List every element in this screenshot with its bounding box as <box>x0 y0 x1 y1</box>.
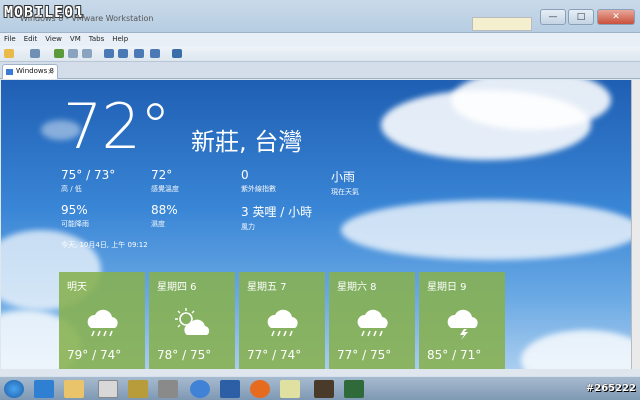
cloud-decoration <box>341 200 631 260</box>
humidity-stat: 88% 濕度 <box>151 203 178 229</box>
forecast-day: 星期六 8 <box>337 282 377 293</box>
notification-popup <box>472 17 532 31</box>
menu-tabs[interactable]: Tabs <box>85 33 109 43</box>
stat-value: 72° <box>151 168 173 182</box>
menu-view[interactable]: View <box>41 33 66 43</box>
forecast-tile[interactable]: 明天 79° / 74° <box>59 272 145 369</box>
revert-snapshot-icon[interactable] <box>68 49 78 58</box>
forecast-tile[interactable]: 星期六 8 77° / 75° <box>329 272 415 369</box>
forecast-day: 明天 <box>67 282 87 293</box>
menu-edit[interactable]: Edit <box>20 33 42 43</box>
feels-like-stat: 72° 感覺溫度 <box>151 168 179 194</box>
explorer-icon[interactable] <box>64 380 84 398</box>
stat-value: 88% <box>151 203 178 217</box>
vm-tab-bar: Windows 8 × <box>0 62 640 79</box>
condition-stat: 小雨 現在天氣 <box>331 168 359 197</box>
high-low-stat: 75° / 73° 高 / 低 <box>61 168 115 194</box>
menu-bar: File Edit View VM Tabs Help <box>0 33 640 46</box>
stat-value: 小雨 <box>331 170 356 184</box>
stat-label: 可能降雨 <box>61 220 89 228</box>
watermark-id: #265222 <box>585 383 636 394</box>
location-name[interactable]: 新莊, 台灣 <box>191 122 302 157</box>
stat-label: 高 / 低 <box>61 185 82 193</box>
forecast-day: 星期四 6 <box>157 282 197 293</box>
console-view-icon[interactable] <box>172 49 182 58</box>
close-button[interactable]: ✕ <box>597 9 635 25</box>
rain-icon <box>357 309 388 337</box>
rain-icon <box>267 309 298 337</box>
app-icon[interactable] <box>158 380 178 398</box>
ie-icon[interactable] <box>34 380 54 398</box>
taskbar: #265222 <box>0 376 640 400</box>
power-icon[interactable] <box>4 49 14 58</box>
forecast-hilo: 78° / 75° <box>157 348 212 362</box>
menu-vm[interactable]: VM <box>66 33 85 43</box>
update-timestamp: 今天, 10月4日, 上午 09:12 <box>61 241 148 249</box>
toolbar <box>0 46 640 62</box>
forecast-tile[interactable]: 星期日 9 85° / 71° <box>419 272 505 369</box>
thunderstorm-icon <box>447 309 478 340</box>
forecast-day: 星期五 7 <box>247 282 287 293</box>
firefox-icon[interactable] <box>250 380 270 398</box>
forecast-day: 星期日 9 <box>427 282 467 293</box>
app-icon[interactable] <box>220 380 240 398</box>
forecast-hilo: 79° / 74° <box>67 348 122 362</box>
start-icon[interactable] <box>4 380 24 398</box>
forecast-hilo: 85° / 71° <box>427 348 482 362</box>
current-temperature: 72° <box>63 90 171 163</box>
forecast-hilo: 77° / 74° <box>247 348 302 362</box>
forecast-tile[interactable]: 星期四 6 78° / 75° <box>149 272 235 369</box>
stat-label: 紫外線指數 <box>241 185 276 193</box>
forecast-hilo: 77° / 75° <box>337 348 392 362</box>
vm-icon <box>6 69 13 75</box>
app-icon[interactable] <box>344 380 364 398</box>
partly-sunny-icon <box>175 308 210 335</box>
menu-file[interactable]: File <box>0 33 20 43</box>
app-icon[interactable] <box>98 380 118 398</box>
vertical-scrollbar[interactable] <box>631 80 640 369</box>
stat-value: 3 英哩 / 小時 <box>241 205 313 219</box>
app-icon[interactable] <box>128 380 148 398</box>
tab-close-icon[interactable]: × <box>47 65 54 78</box>
stat-value: 95% <box>61 203 88 217</box>
quick-switch-icon[interactable] <box>118 49 128 58</box>
forecast-tile[interactable]: 星期五 7 77° / 74° <box>239 272 325 369</box>
wind-stat: 3 英哩 / 小時 風力 <box>241 203 312 232</box>
app-icon[interactable] <box>280 380 300 398</box>
maximize-button[interactable]: □ <box>568 9 594 25</box>
cloud-decoration <box>521 330 631 369</box>
minimize-button[interactable]: — <box>540 9 566 25</box>
weather-app: 72° 新莊, 台灣 75° / 73° 高 / 低 72° 感覺溫度 0 紫外… <box>1 80 631 369</box>
fullscreen-icon[interactable] <box>134 49 144 58</box>
stat-label: 現在天氣 <box>331 188 359 196</box>
stat-value: 75° / 73° <box>61 168 116 182</box>
app-icon[interactable] <box>314 380 334 398</box>
snapshot-manager-icon[interactable] <box>82 49 92 58</box>
stat-label: 濕度 <box>151 220 165 228</box>
uv-index-stat: 0 紫外線指數 <box>241 168 276 194</box>
send-keys-icon[interactable] <box>30 49 40 58</box>
window-title: Windows 8 - VMware Workstation <box>20 14 154 23</box>
rain-icon <box>87 309 118 337</box>
stat-label: 風力 <box>241 223 255 231</box>
stat-label: 感覺溫度 <box>151 185 179 193</box>
stat-value: 0 <box>241 168 249 182</box>
snapshot-icon[interactable] <box>54 49 64 58</box>
app-icon[interactable] <box>190 380 210 398</box>
unity-icon[interactable] <box>150 49 160 58</box>
precipitation-stat: 95% 可能降雨 <box>61 203 89 229</box>
window-titlebar: MOBILE01 Windows 8 - VMware Workstation … <box>0 0 640 33</box>
sidebar-icon[interactable] <box>104 49 114 58</box>
menu-help[interactable]: Help <box>108 33 132 43</box>
tab-windows8[interactable]: Windows 8 × <box>2 64 58 79</box>
